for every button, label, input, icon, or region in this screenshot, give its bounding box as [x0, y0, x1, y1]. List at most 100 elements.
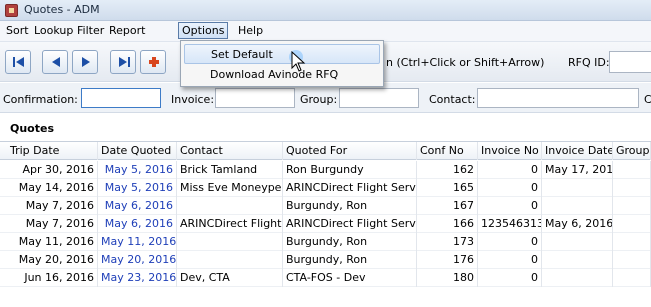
table-row[interactable]: May 7, 2016 May 6, 2016 ARINCDirect Flig… — [0, 215, 651, 233]
cell-invoice-date — [542, 233, 613, 251]
menu-lookup[interactable]: Lookup — [34, 24, 73, 37]
column-header-invoice-no[interactable]: Invoice No — [478, 142, 542, 160]
cell-date-quoted: May 11, 2016 — [98, 233, 177, 251]
menu-options[interactable]: Options — [178, 22, 229, 39]
cell-quoted-for: ARINCDirect Flight Serv — [283, 215, 417, 233]
cell-invoice-no: 0 — [478, 161, 542, 179]
cell-group — [613, 179, 651, 197]
cell-contact: Brick Tamland — [177, 161, 283, 179]
quotes-section-title: Quotes — [0, 120, 651, 138]
cell-quoted-for: CTA-FOS - Dev — [283, 269, 417, 287]
table-row[interactable]: May 14, 2016 May 5, 2016 Miss Eve Moneyp… — [0, 179, 651, 197]
cell-group — [613, 269, 651, 287]
column-header-invoice-date[interactable]: Invoice Date — [542, 142, 613, 160]
group-input[interactable] — [339, 88, 419, 108]
window-title: Quotes - ADM — [24, 3, 100, 16]
cell-invoice-no: 1235463131 — [478, 215, 542, 233]
cell-quoted-for: Burgundy, Ron — [283, 233, 417, 251]
menu-help[interactable]: Help — [238, 24, 263, 37]
confirmation-label: Confirmation: — [3, 93, 78, 106]
mouse-cursor-icon — [289, 50, 306, 72]
menu-filter[interactable]: Filter — [77, 24, 104, 37]
cell-conf-no: 176 — [417, 251, 478, 269]
column-header-trip-date[interactable]: Trip Date — [0, 142, 98, 160]
cell-quoted-for: Ron Burgundy — [283, 161, 417, 179]
group-label: Group: — [300, 93, 338, 106]
cell-group — [613, 161, 651, 179]
cell-trip-date: Jun 16, 2016 — [0, 269, 98, 287]
cell-invoice-date — [542, 179, 613, 197]
column-header-group[interactable]: Group N — [613, 142, 651, 160]
cell-conf-no: 166 — [417, 215, 478, 233]
rfq-id-label: RFQ ID: — [568, 56, 610, 69]
contact-input[interactable] — [477, 88, 639, 108]
cell-date-quoted: May 6, 2016 — [98, 197, 177, 215]
contact-label: Contact: — [429, 93, 476, 106]
invoice-label: Invoice: — [171, 93, 215, 106]
cell-trip-date: May 7, 2016 — [0, 197, 98, 215]
menu-item-set-default[interactable]: Set Default — [184, 44, 380, 64]
quotes-table: Trip Date Date Quoted Contact Quoted For… — [0, 141, 651, 287]
first-record-button[interactable] — [5, 50, 31, 74]
last-icon — [119, 57, 130, 67]
cell-group — [613, 251, 651, 269]
cell-conf-no: 173 — [417, 233, 478, 251]
table-header-row: Trip Date Date Quoted Contact Quoted For… — [0, 142, 651, 160]
cell-invoice-date — [542, 269, 613, 287]
cell-invoice-date: May 17, 2016 — [542, 161, 613, 179]
previous-record-button[interactable] — [42, 50, 68, 74]
cell-conf-no: 165 — [417, 179, 478, 197]
add-record-button[interactable] — [140, 50, 166, 74]
truncated-filter-label: C — [644, 93, 651, 106]
table-row[interactable]: Apr 30, 2016 May 5, 2016 Brick Tamland R… — [0, 161, 651, 179]
invoice-input[interactable] — [215, 88, 295, 108]
options-menu-dropdown: Set Default Download Avinode RFQ — [180, 40, 384, 87]
app-icon — [5, 4, 18, 17]
cell-conf-no: 167 — [417, 197, 478, 215]
table-row[interactable]: May 20, 2016 May 20, 2016 Burgundy, Ron … — [0, 251, 651, 269]
confirmation-input[interactable] — [81, 88, 161, 108]
cell-group — [613, 215, 651, 233]
cell-contact — [177, 197, 283, 215]
menu-sort[interactable]: Sort — [6, 24, 29, 37]
cell-date-quoted: May 5, 2016 — [98, 161, 177, 179]
cell-invoice-no: 0 — [478, 269, 542, 287]
cell-quoted-for: ARINCDirect Flight Serv — [283, 179, 417, 197]
cell-invoice-no: 0 — [478, 197, 542, 215]
menu-report[interactable]: Report — [109, 24, 145, 37]
table-row[interactable]: May 7, 2016 May 6, 2016 Burgundy, Ron 16… — [0, 197, 651, 215]
cell-quoted-for: Burgundy, Ron — [283, 197, 417, 215]
cell-contact: ARINCDirect Flight Serv — [177, 215, 283, 233]
cell-conf-no: 180 — [417, 269, 478, 287]
cell-group — [613, 197, 651, 215]
cell-trip-date: May 20, 2016 — [0, 251, 98, 269]
cell-trip-date: May 11, 2016 — [0, 233, 98, 251]
cell-invoice-no: 0 — [478, 233, 542, 251]
cell-contact — [177, 233, 283, 251]
previous-icon — [52, 57, 60, 67]
table-row[interactable]: Jun 16, 2016 May 23, 2016 Dev, CTA CTA-F… — [0, 269, 651, 287]
cell-date-quoted: May 20, 2016 — [98, 251, 177, 269]
cell-invoice-no: 0 — [478, 251, 542, 269]
cell-contact — [177, 251, 283, 269]
column-header-conf-no[interactable]: Conf No — [417, 142, 478, 160]
add-icon — [149, 57, 159, 67]
cell-trip-date: Apr 30, 2016 — [0, 161, 98, 179]
next-icon — [82, 57, 90, 67]
cell-trip-date: May 7, 2016 — [0, 215, 98, 233]
cell-contact: Miss Eve Moneypenny — [177, 179, 283, 197]
first-icon — [13, 57, 24, 67]
last-record-button[interactable] — [110, 50, 136, 74]
rfq-id-input[interactable] — [609, 51, 651, 73]
table-row[interactable]: May 11, 2016 May 11, 2016 Burgundy, Ron … — [0, 233, 651, 251]
cell-conf-no: 162 — [417, 161, 478, 179]
cell-invoice-no: 0 — [478, 179, 542, 197]
cell-date-quoted: May 6, 2016 — [98, 215, 177, 233]
column-header-quoted-for[interactable]: Quoted For — [283, 142, 417, 160]
cell-date-quoted: May 5, 2016 — [98, 179, 177, 197]
cell-date-quoted: May 23, 2016 — [98, 269, 177, 287]
column-header-date-quoted[interactable]: Date Quoted — [98, 142, 177, 160]
column-header-contact[interactable]: Contact — [177, 142, 283, 160]
next-record-button[interactable] — [72, 50, 98, 74]
menu-item-download-avinode-rfq[interactable]: Download Avinode RFQ — [184, 65, 380, 85]
